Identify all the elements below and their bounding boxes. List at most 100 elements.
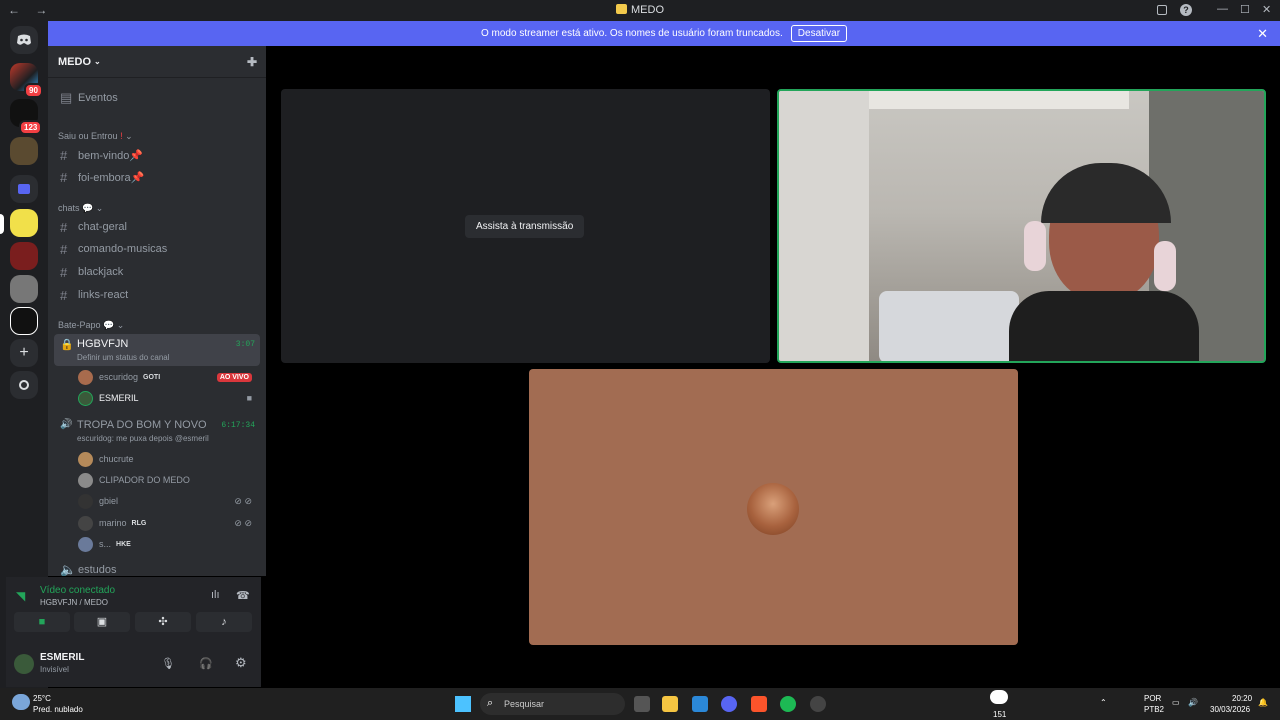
- settings-gear-icon[interactable]: ⚙: [235, 655, 247, 671]
- voice-channel-name: TROPA DO BOM Y NOVO: [77, 419, 207, 431]
- window-title-text: MEDO: [631, 4, 664, 16]
- channel-sidebar: MEDO ⌄ ✚ ▤ Eventos Saiu ou Entrou ! ⌄ # b…: [48, 46, 266, 576]
- channel-item[interactable]: # comando-musicas: [54, 239, 260, 259]
- channel-item[interactable]: # foi-embora📌: [54, 167, 260, 187]
- keyboard-layout[interactable]: PTB2: [1144, 705, 1164, 714]
- channel-item[interactable]: # chat-geral: [54, 217, 260, 237]
- user-name: ESMERIL: [40, 652, 85, 663]
- user-name: chucrute: [99, 454, 134, 464]
- server-icon-5[interactable]: [10, 275, 38, 303]
- call-timer: 6:17:34: [221, 421, 255, 430]
- server-icon-6[interactable]: [10, 307, 38, 335]
- voice-user[interactable]: CLIPADOR DO MEDO: [78, 471, 258, 489]
- minimize-button[interactable]: —: [1217, 3, 1228, 15]
- avatar: [78, 536, 93, 552]
- disconnect-icon[interactable]: ☎: [236, 589, 250, 602]
- language-indicator[interactable]: POR: [1144, 694, 1161, 703]
- soundboard-button[interactable]: ♪: [196, 612, 252, 632]
- selected-indicator: [0, 214, 4, 234]
- chevron-down-icon: ⌄: [94, 57, 101, 66]
- chevron-up-icon[interactable]: ⌃: [1100, 698, 1107, 707]
- taskbar-search[interactable]: ⌕ Pesquisar: [480, 693, 625, 715]
- voice-user[interactable]: s... HKE: [78, 535, 258, 553]
- noise-suppression-icon[interactable]: ılı: [211, 589, 220, 601]
- server-header[interactable]: MEDO ⌄ ✚: [48, 46, 266, 78]
- category-header[interactable]: Bate-Papo 💬 ⌄: [58, 320, 124, 331]
- channel-status[interactable]: Definir um status do canal: [77, 353, 170, 362]
- shirt-image: [1009, 291, 1199, 361]
- server-icon-4[interactable]: [10, 242, 38, 270]
- user-panel: ESMERIL Invisível 🎙 🎧 ⚙: [6, 644, 261, 687]
- store-icon[interactable]: [692, 696, 708, 712]
- category-header[interactable]: chats 💬 ⌄: [58, 203, 103, 214]
- voice-channel[interactable]: 🔈 estudos: [54, 560, 260, 576]
- close-icon[interactable]: ✕: [1257, 26, 1268, 42]
- camera-button[interactable]: ■: [14, 612, 70, 632]
- bed-image: [879, 291, 1019, 361]
- muted-deafened-icon: ⊘ ⊘: [234, 495, 252, 506]
- voice-user[interactable]: marino RLG ⊘ ⊘: [78, 514, 258, 532]
- file-explorer-icon[interactable]: [662, 696, 678, 712]
- speech-balloon-icon: 💬: [103, 320, 115, 330]
- channel-label: comando-musicas: [78, 243, 168, 255]
- category-header[interactable]: Saiu ou Entrou ! ⌄: [58, 131, 133, 142]
- network-icon[interactable]: ▭: [1172, 698, 1180, 707]
- channel-item[interactable]: # bem-vindo📌: [54, 145, 260, 165]
- chat-icon[interactable]: [990, 690, 1008, 704]
- steam-icon[interactable]: [810, 696, 826, 712]
- spotify-icon[interactable]: [780, 696, 796, 712]
- folder-icon[interactable]: [10, 175, 38, 203]
- discord-home-icon[interactable]: [10, 26, 38, 54]
- video-icon: ■: [246, 393, 252, 403]
- user-status: Invisível: [40, 665, 69, 674]
- help-icon[interactable]: ?: [1180, 4, 1192, 16]
- channel-item[interactable]: # blackjack: [54, 262, 260, 282]
- disable-streamer-button[interactable]: Desativar: [790, 25, 848, 42]
- invite-user-icon[interactable]: ✚: [247, 55, 257, 69]
- streamer-mode-banner: O modo streamer está ativo. Os nomes de …: [48, 21, 1280, 46]
- discover-icon[interactable]: [10, 371, 38, 399]
- voice-channel[interactable]: 🔊 TROPA DO BOM Y NOVO escuridog: me puxa…: [54, 418, 260, 448]
- notification-bell-icon[interactable]: 🔔: [1258, 698, 1268, 707]
- inbox-icon[interactable]: [1157, 5, 1167, 15]
- clock-time[interactable]: 20:20: [1232, 694, 1252, 703]
- connected-channel[interactable]: HGBVFJN / MEDO: [40, 598, 108, 607]
- windows-start-icon[interactable]: [455, 696, 471, 712]
- user-name: ESMERIL: [99, 393, 139, 403]
- discord-taskbar-icon[interactable]: [721, 696, 737, 712]
- watch-stream-button[interactable]: Assista à transmissão: [465, 215, 585, 238]
- brave-icon[interactable]: [751, 696, 767, 712]
- weather-icon[interactable]: [12, 694, 30, 710]
- voice-user[interactable]: gbiel ⊘ ⊘: [78, 492, 258, 510]
- participant-avatar: [747, 483, 799, 535]
- participant-tile[interactable]: [529, 369, 1018, 645]
- voice-channel-active[interactable]: 🔒 HGBVFJN Definir um status do canal 3:0…: [54, 334, 260, 366]
- share-screen-button[interactable]: ▣: [74, 612, 130, 632]
- add-server-icon[interactable]: +: [10, 339, 38, 367]
- signal-icon[interactable]: ◥: [16, 589, 25, 603]
- microphone-icon[interactable]: 🎙: [161, 657, 175, 670]
- hash-icon: #: [60, 219, 68, 235]
- volume-icon[interactable]: 🔊: [1188, 698, 1198, 707]
- events-item[interactable]: ▤ Eventos: [54, 88, 260, 108]
- maximize-button[interactable]: ☐: [1240, 3, 1250, 16]
- activities-button[interactable]: ✣: [135, 612, 191, 632]
- speaker-icon: 🔈: [60, 562, 77, 576]
- call-timer: 3:07: [235, 340, 255, 349]
- close-button[interactable]: ✕: [1262, 3, 1271, 16]
- events-label: Eventos: [78, 92, 118, 104]
- server-icon-medo[interactable]: [10, 209, 38, 237]
- voice-user[interactable]: escuridog GOTI AO VIVO: [78, 368, 258, 386]
- search-placeholder: Pesquisar: [504, 699, 545, 709]
- stream-tile[interactable]: Assista à transmissão: [281, 89, 770, 363]
- task-view-icon[interactable]: [634, 696, 650, 712]
- server-icon-3[interactable]: [10, 137, 38, 165]
- clock-date[interactable]: 30/03/2026: [1210, 705, 1250, 714]
- webcam-tile[interactable]: [777, 89, 1266, 363]
- avatar[interactable]: [14, 654, 34, 674]
- voice-user[interactable]: ESMERIL ■: [78, 389, 258, 407]
- channel-item[interactable]: # links-react: [54, 285, 260, 305]
- voice-user[interactable]: chucrute: [78, 450, 258, 468]
- chat-count: 151: [993, 710, 1007, 719]
- headphones-icon[interactable]: 🎧: [199, 657, 213, 670]
